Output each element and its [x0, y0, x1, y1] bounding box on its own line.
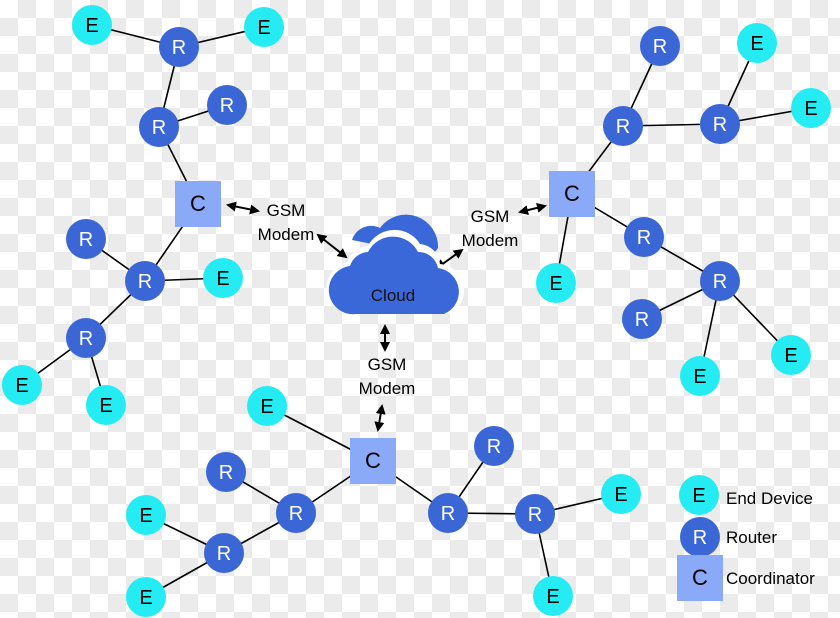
node-symbol: E [614, 484, 627, 506]
router-node: R [66, 318, 106, 358]
router-node: R [204, 533, 244, 573]
node-symbol: R [138, 271, 152, 293]
coordinator-node: C [175, 181, 221, 227]
node-symbol: R [616, 116, 630, 138]
gsm-modem-bottom-line2: Modem [359, 379, 416, 398]
node-symbol: E [257, 17, 270, 39]
node-symbol: E [216, 268, 229, 290]
router-node: R [700, 104, 740, 144]
router-node: R [159, 27, 199, 67]
node-symbol: R [487, 436, 501, 458]
gsm-modem-bottom-line1: GSM [368, 355, 407, 374]
router-node: R [125, 261, 165, 301]
router-node: R [515, 494, 555, 534]
gsm-modem-right-line2: Modem [462, 231, 519, 250]
cloud-label: Cloud [371, 286, 415, 305]
gsm-modem-right-line1: GSM [471, 207, 510, 226]
network-diagram: Cloud GSM Modem GSM Modem GSM Modem ERER… [2, 5, 831, 617]
node-symbol: R [172, 37, 186, 59]
node-symbol: R [217, 543, 231, 565]
end-device-node: E [126, 495, 166, 535]
bidirectional-arrow [226, 201, 260, 215]
node-symbol: C [692, 565, 708, 590]
node-symbol: E [139, 587, 152, 609]
node-symbol: R [289, 503, 303, 525]
legend-coordinator-node: C [677, 555, 723, 601]
node-symbol: E [804, 98, 817, 120]
router-node: R [207, 85, 247, 125]
router-node: R [700, 261, 740, 301]
end-device-node: E [244, 7, 284, 47]
end-device-node: E [2, 365, 42, 405]
end-device-node: E [72, 5, 112, 45]
router-node: R [474, 426, 514, 466]
end-device-node: E [86, 385, 126, 425]
router-node: R [624, 217, 664, 257]
node-symbol: E [99, 395, 112, 417]
node-symbol: R [653, 36, 667, 58]
node-symbol: R [637, 227, 651, 249]
node-symbol: E [85, 15, 98, 37]
node-symbol: R [79, 229, 93, 251]
gsm-modem-left-line1: GSM [267, 201, 306, 220]
node-symbol: R [220, 95, 234, 117]
legend-label-router: Router [726, 528, 777, 547]
node-symbol: E [692, 485, 705, 507]
node-symbol: R [152, 117, 166, 139]
node-symbol: E [750, 33, 763, 55]
router-node: R [66, 219, 106, 259]
router-node: R [640, 26, 680, 66]
node-symbol: E [546, 586, 559, 608]
bidirectional-arrow [374, 404, 386, 432]
end-device-node: E [203, 258, 243, 298]
node-symbol: C [564, 181, 580, 206]
node-symbol: R [713, 271, 727, 293]
node-symbol: E [549, 273, 562, 295]
end-device-node: E [247, 386, 287, 426]
node-symbol: R [219, 462, 233, 484]
router-node: R [206, 452, 246, 492]
node-symbol: R [713, 114, 727, 136]
node-symbol: R [635, 309, 649, 331]
end-device-node: E [737, 23, 777, 63]
router-node: R [139, 107, 179, 147]
node-symbol: R [528, 504, 542, 526]
coordinator-node: C [350, 438, 396, 484]
legend-end-device-node: E [679, 475, 719, 515]
node-symbol: E [693, 366, 706, 388]
gsm-modem-left-line2: Modem [258, 225, 315, 244]
bidirectional-arrow [518, 203, 547, 215]
node-symbol: C [365, 448, 381, 473]
bidirectional-arrow [316, 233, 348, 259]
coordinator-node: C [549, 171, 595, 217]
node-symbol: E [260, 396, 273, 418]
node-symbol: E [784, 345, 797, 367]
node-symbol: R [693, 527, 707, 549]
end-device-node: E [771, 335, 811, 375]
end-device-node: E [791, 88, 831, 128]
end-device-node: E [533, 576, 573, 616]
node-symbol: R [79, 328, 93, 350]
node-symbol: E [15, 375, 28, 397]
legend: End Device Router Coordinator [726, 489, 815, 588]
router-node: R [276, 493, 316, 533]
node-symbol: R [441, 503, 455, 525]
end-device-node: E [536, 263, 576, 303]
end-device-node: E [680, 356, 720, 396]
legend-label-coordinator: Coordinator [726, 569, 815, 588]
router-node: R [603, 106, 643, 146]
node-symbol: C [190, 191, 206, 216]
legend-router-node: R [680, 517, 720, 557]
router-node: R [622, 299, 662, 339]
cloud-icon: Cloud [326, 214, 465, 315]
legend-label-end-device: End Device [726, 489, 813, 508]
router-node: R [428, 493, 468, 533]
end-device-node: E [601, 474, 641, 514]
node-symbol: E [139, 505, 152, 527]
end-device-node: E [126, 577, 166, 617]
